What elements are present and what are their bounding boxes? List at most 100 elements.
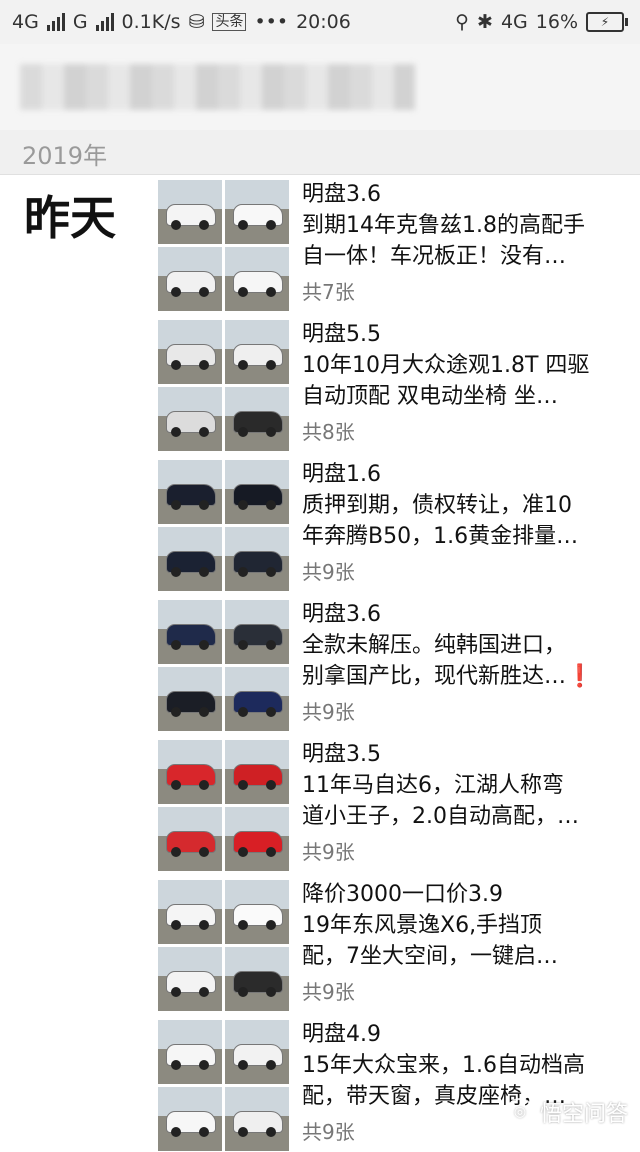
car-photo-thumbnail[interactable] bbox=[225, 1020, 289, 1084]
post-description-line: 质押到期，债权转让，准10 bbox=[302, 493, 572, 518]
photo-grid[interactable] bbox=[158, 460, 290, 592]
network-speed: 0.1K/s bbox=[121, 11, 181, 33]
post-description-line: 10年10月大众途观1.8T 四驱 bbox=[302, 353, 590, 378]
status-bar: 4G G 0.1K/s ⛁ 头条 ••• 20:06 ⚲ ✱ 4G 16% ⚡ bbox=[0, 0, 640, 44]
post-title: 明盘3.6 bbox=[302, 602, 381, 627]
post-text[interactable]: 降价3000一口价3.9 19年东风景逸X6,手挡顶配，7坐大空间，一键启… 共9张 bbox=[302, 880, 632, 1004]
clock: 20:06 bbox=[296, 11, 351, 33]
post-description-line: 配，7坐大空间，一键启… bbox=[302, 941, 632, 972]
car-photo-thumbnail[interactable] bbox=[225, 600, 289, 664]
car-photo-thumbnail[interactable] bbox=[158, 600, 222, 664]
post-description-text: 别拿国产比，现代新胜达… bbox=[302, 664, 567, 689]
wukong-logo-icon: ◎ bbox=[505, 1098, 534, 1126]
year-label: 2019年 bbox=[22, 142, 108, 170]
battery-icon: ⚡ bbox=[586, 12, 628, 32]
feed-post[interactable]: 明盘1.6 质押到期，债权转让，准10 年奔腾B50，1.6黄金排量… 共9张 bbox=[158, 460, 640, 592]
year-divider: 2019年 bbox=[0, 130, 640, 175]
post-description-line: 11年马自达6，江湖人称弯 bbox=[302, 773, 564, 798]
car-photo-thumbnail[interactable] bbox=[158, 527, 222, 591]
car-photo-thumbnail[interactable] bbox=[158, 180, 222, 244]
post-description: 10年10月大众途观1.8T 四驱 自动顶配 双电动坐椅 坐… bbox=[302, 350, 632, 412]
signal-icon bbox=[46, 13, 65, 31]
car-photo-thumbnail[interactable] bbox=[225, 880, 289, 944]
post-description-text: 自一体！车况板正！没有… bbox=[302, 244, 567, 269]
car-photo-thumbnail[interactable] bbox=[225, 387, 289, 451]
car-photo-thumbnail[interactable] bbox=[158, 460, 222, 524]
car-photo-thumbnail[interactable] bbox=[158, 947, 222, 1011]
post-description: 到期14年克鲁兹1.8的高配手 自一体！车况板正！没有… bbox=[302, 210, 632, 272]
post-text[interactable]: 明盘3.6 全款未解压。纯韩国进口， 别拿国产比，现代新胜达…❗ 共9张 bbox=[302, 600, 632, 724]
post-description-text: 年奔腾B50，1.6黄金排量… bbox=[302, 524, 579, 549]
car-photo-thumbnail[interactable] bbox=[158, 247, 222, 311]
feed-post[interactable]: 明盘5.5 10年10月大众途观1.8T 四驱 自动顶配 双电动坐椅 坐… 共8张 bbox=[158, 320, 640, 452]
post-description-line: 别拿国产比，现代新胜达…❗ bbox=[302, 661, 632, 692]
network-type-4g: 4G bbox=[12, 11, 39, 33]
car-photo-thumbnail[interactable] bbox=[158, 1020, 222, 1084]
post-description-line: 年奔腾B50，1.6黄金排量… bbox=[302, 521, 632, 552]
photo-count: 共9张 bbox=[302, 560, 355, 584]
photo-count: 共9张 bbox=[302, 980, 355, 1004]
photo-grid[interactable] bbox=[158, 740, 290, 872]
post-description-text: 道小王子，2.0自动高配，… bbox=[302, 804, 579, 829]
photo-count: 共8张 bbox=[302, 420, 355, 444]
post-description: 11年马自达6，江湖人称弯 道小王子，2.0自动高配，… bbox=[302, 770, 632, 832]
feed-post[interactable]: 降价3000一口价3.9 19年东风景逸X6,手挡顶配，7坐大空间，一键启… 共9张 bbox=[158, 880, 640, 1012]
feed-post[interactable]: 明盘3.6 全款未解压。纯韩国进口， 别拿国产比，现代新胜达…❗ 共9张 bbox=[158, 600, 640, 732]
database-icon: ⛁ bbox=[188, 11, 205, 33]
network-type-4g-secondary: 4G bbox=[500, 11, 528, 33]
photo-grid[interactable] bbox=[158, 320, 290, 452]
photo-count: 共9张 bbox=[302, 700, 355, 724]
car-photo-thumbnail[interactable] bbox=[158, 807, 222, 871]
post-description-line: 19年东风景逸X6,手挡顶 bbox=[302, 913, 543, 938]
feed-post[interactable]: 明盘4.9 15年大众宝来，1.6自动档高 配，带天窗，真皮座椅，… 共9张 bbox=[158, 1020, 640, 1152]
car-photo-thumbnail[interactable] bbox=[225, 807, 289, 871]
photo-count: 共9张 bbox=[302, 840, 355, 864]
car-photo-thumbnail[interactable] bbox=[158, 880, 222, 944]
signal-icon-2 bbox=[95, 13, 114, 31]
exclamation-icon: ❗ bbox=[566, 664, 594, 689]
feed-post[interactable]: 明盘3.6 到期14年克鲁兹1.8的高配手 自一体！车况板正！没有… 共7张 bbox=[158, 180, 640, 312]
post-description-line: 全款未解压。纯韩国进口， bbox=[302, 633, 567, 658]
feed-post[interactable]: 明盘3.5 11年马自达6，江湖人称弯 道小王子，2.0自动高配，… 共9张 bbox=[158, 740, 640, 872]
post-description-line: 15年大众宝来，1.6自动档高 bbox=[302, 1053, 585, 1078]
car-photo-thumbnail[interactable] bbox=[158, 1087, 222, 1151]
photo-grid[interactable] bbox=[158, 1020, 290, 1152]
car-photo-thumbnail[interactable] bbox=[225, 947, 289, 1011]
photo-grid[interactable] bbox=[158, 600, 290, 732]
post-title: 明盘3.5 bbox=[302, 742, 381, 767]
car-photo-thumbnail[interactable] bbox=[225, 1087, 289, 1151]
post-description-line: 自动顶配 双电动坐椅 坐… bbox=[302, 381, 632, 412]
car-photo-thumbnail[interactable] bbox=[225, 460, 289, 524]
post-description: 质押到期，债权转让，准10 年奔腾B50，1.6黄金排量… bbox=[302, 490, 632, 552]
car-photo-thumbnail[interactable] bbox=[158, 320, 222, 384]
car-photo-thumbnail[interactable] bbox=[225, 740, 289, 804]
post-title: 降价3000一口价3.9 bbox=[302, 882, 503, 907]
car-photo-thumbnail[interactable] bbox=[225, 320, 289, 384]
post-description-text: 自动顶配 双电动坐椅 坐… bbox=[302, 384, 558, 409]
car-photo-thumbnail[interactable] bbox=[158, 387, 222, 451]
photo-count: 共7张 bbox=[302, 280, 355, 304]
post-text[interactable]: 明盘3.6 到期14年克鲁兹1.8的高配手 自一体！车况板正！没有… 共7张 bbox=[302, 180, 632, 304]
post-title: 明盘5.5 bbox=[302, 322, 381, 347]
watermark-text: 悟空问答 bbox=[539, 1102, 628, 1127]
car-photo-thumbnail[interactable] bbox=[225, 180, 289, 244]
car-photo-thumbnail[interactable] bbox=[158, 740, 222, 804]
post-description-line: 自一体！车况板正！没有… bbox=[302, 241, 632, 272]
post-text[interactable]: 明盘5.5 10年10月大众途观1.8T 四驱 自动顶配 双电动坐椅 坐… 共8张 bbox=[302, 320, 632, 444]
post-description: 19年东风景逸X6,手挡顶配，7坐大空间，一键启… bbox=[302, 910, 632, 972]
toutiao-app-icon: 头条 bbox=[212, 13, 247, 31]
post-title: 明盘3.6 bbox=[302, 182, 381, 207]
car-photo-thumbnail[interactable] bbox=[158, 667, 222, 731]
car-photo-thumbnail[interactable] bbox=[225, 667, 289, 731]
profile-header bbox=[0, 44, 640, 130]
location-icon: ⚲ bbox=[455, 11, 470, 33]
photo-grid[interactable] bbox=[158, 180, 290, 312]
battery-percent: 16% bbox=[535, 11, 578, 33]
post-text[interactable]: 明盘3.5 11年马自达6，江湖人称弯 道小王子，2.0自动高配，… 共9张 bbox=[302, 740, 632, 864]
post-title: 明盘4.9 bbox=[302, 1022, 381, 1047]
photo-grid[interactable] bbox=[158, 880, 290, 1012]
network-type-g: G bbox=[72, 11, 88, 33]
car-photo-thumbnail[interactable] bbox=[225, 527, 289, 591]
post-text[interactable]: 明盘1.6 质押到期，债权转让，准10 年奔腾B50，1.6黄金排量… 共9张 bbox=[302, 460, 632, 584]
car-photo-thumbnail[interactable] bbox=[225, 247, 289, 311]
